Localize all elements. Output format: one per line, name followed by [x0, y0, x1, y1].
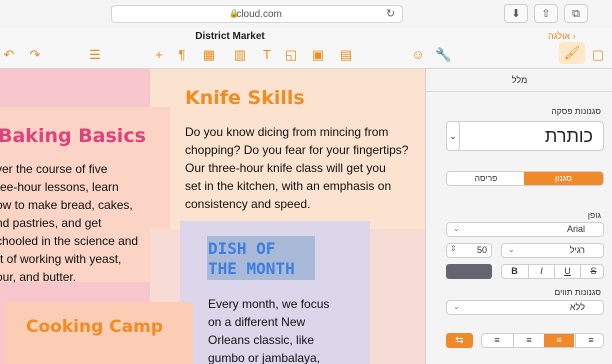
knife-line: set in the kitchen, with an emphasis on: [185, 179, 392, 193]
format-button[interactable]: 🖌: [559, 42, 585, 64]
dish-heading-line: DISH OF: [208, 239, 276, 258]
redo-icon[interactable]: ↷: [26, 46, 44, 64]
back-link-label: אולגה: [548, 31, 571, 41]
back-link[interactable]: אולגה ›: [548, 31, 576, 41]
baking-line: ver the course of five: [0, 162, 108, 176]
font-size-value: 50: [476, 245, 487, 255]
style-layout-segment: סגנון פריסה: [446, 171, 604, 186]
chevron-down-icon: ⌄: [508, 245, 515, 254]
paragraph-styles-label: סגנונות פסקה: [551, 106, 601, 116]
app-toolbar: District Market אולגה › ↶ ↷ ☰ + ¶ ▦ ▥ T …: [0, 28, 612, 69]
dish-line: Orleans classic, like: [208, 333, 315, 347]
text-color-swatch[interactable]: [446, 264, 492, 279]
format-inspector: מלל סגנונות פסקה כותרת ⌄ סגנון פריסה גופ…: [425, 69, 612, 364]
char-style-value: ללא: [569, 302, 585, 312]
document-title: District Market: [195, 31, 265, 42]
paragraph-style-select[interactable]: כותרת: [446, 121, 604, 151]
address-bar[interactable]: icloud.com ↻: [111, 5, 403, 23]
shape-icon[interactable]: ◱: [283, 46, 299, 64]
download-icon[interactable]: ⬇: [504, 4, 528, 23]
knife-body[interactable]: Do you know dicing from mincing from cho…: [185, 123, 423, 213]
align-left-icon[interactable]: ≡: [482, 334, 512, 347]
cooking-heading[interactable]: Cooking Camp: [26, 317, 163, 337]
strikethrough-button[interactable]: S: [580, 265, 603, 278]
knife-line: Our three-hour knife class will get you: [185, 161, 386, 175]
undo-icon[interactable]: ↶: [0, 46, 18, 64]
wrench-icon[interactable]: 🔧: [435, 46, 451, 64]
paragraph-style-value: כותרת: [544, 126, 593, 146]
list-icon[interactable]: ☰: [86, 46, 104, 64]
text-icon[interactable]: T: [259, 46, 275, 64]
align-right-icon[interactable]: ≡: [544, 334, 574, 347]
italic-button[interactable]: I: [528, 265, 554, 278]
paragraph-icon[interactable]: ¶: [175, 46, 189, 64]
browser-toolbar: icloud.com ↻ 🔒 ⬇ ⇧ ⧉: [0, 0, 612, 29]
align-justify-icon[interactable]: ≡: [575, 334, 603, 347]
dish-body[interactable]: Every month, we focus on a different New…: [208, 295, 368, 364]
table-icon[interactable]: ▦: [201, 46, 217, 64]
font-weight-value: רגיל: [569, 245, 585, 255]
dish-heading-line: THE MONTH: [208, 259, 295, 278]
alignment-buttons: ≡ ≡ ≡ ≡: [481, 333, 604, 348]
media-icon[interactable]: ▣: [310, 46, 326, 64]
align-center-icon[interactable]: ≡: [513, 334, 544, 347]
font-weight-select[interactable]: רגיל ⌄: [501, 243, 604, 258]
stepper-icon[interactable]: ⇕: [450, 244, 457, 253]
tabs-icon[interactable]: ⧉: [564, 4, 588, 23]
baking-body[interactable]: ver the course of five ree-hour lessons,…: [0, 160, 156, 286]
sidebar-toggle-icon[interactable]: ▢: [590, 46, 606, 64]
segment-layout[interactable]: פריסה: [447, 172, 525, 185]
knife-heading[interactable]: Knife Skills: [185, 87, 305, 109]
bold-button[interactable]: B: [502, 265, 527, 278]
knife-line: Do you know dicing from mincing from: [185, 125, 389, 139]
document-canvas[interactable]: Baking Basics ver the course of five ree…: [0, 69, 425, 364]
font-size-field[interactable]: 50 ⇕: [446, 243, 492, 258]
chart-icon[interactable]: ▥: [232, 46, 248, 64]
dish-line: on a different New: [208, 315, 306, 329]
tab-text[interactable]: מלל: [426, 69, 612, 92]
baking-heading[interactable]: Baking Basics: [0, 125, 146, 147]
dish-heading[interactable]: DISH OF THE MONTH: [208, 239, 295, 279]
chevron-down-icon: ⌄: [453, 302, 460, 311]
format-brush-icon: 🖌: [563, 45, 581, 60]
font-label: גופן: [587, 210, 601, 220]
char-style-select[interactable]: ללא ⌄: [446, 300, 604, 315]
baking-line: ow to make bread, cakes,: [0, 198, 133, 212]
insert-icon[interactable]: +: [152, 46, 166, 64]
knife-line: chopping? Do you fear for your fingertip…: [185, 143, 409, 157]
baking-line: our, and butter.: [0, 270, 77, 284]
dish-line: Every month, we focus: [208, 297, 330, 311]
segment-style[interactable]: סגנון: [524, 172, 603, 185]
underline-button[interactable]: U: [554, 265, 580, 278]
dish-line: gumbo or jambalaya,: [208, 351, 321, 364]
baking-line: nd pastries, and get: [0, 216, 102, 230]
share-icon[interactable]: ⇧: [534, 4, 558, 23]
baking-line: ree-hour lessons, learn: [0, 180, 119, 194]
baking-line: rt of working with yeast,: [0, 252, 122, 266]
url-text: icloud.com: [234, 9, 282, 20]
collaborate-icon[interactable]: ☺: [410, 46, 426, 64]
comment-icon[interactable]: ▤: [338, 46, 354, 64]
char-styles-label: סגנונות תווים: [554, 287, 601, 297]
lock-icon: 🔒: [229, 9, 239, 18]
chevron-down-icon[interactable]: ⌄: [446, 121, 460, 151]
baking-line: chooled in the science and: [0, 234, 139, 248]
chevron-down-icon: ⌄: [453, 224, 460, 233]
reload-icon[interactable]: ↻: [386, 7, 395, 20]
font-name-value: Arial: [566, 224, 585, 234]
knife-line: consistency and speed.: [185, 197, 311, 211]
rtl-direction-button[interactable]: ⇆: [446, 333, 473, 348]
font-name-select[interactable]: Arial ⌄: [446, 222, 604, 237]
text-style-buttons: B I U S: [501, 264, 604, 279]
